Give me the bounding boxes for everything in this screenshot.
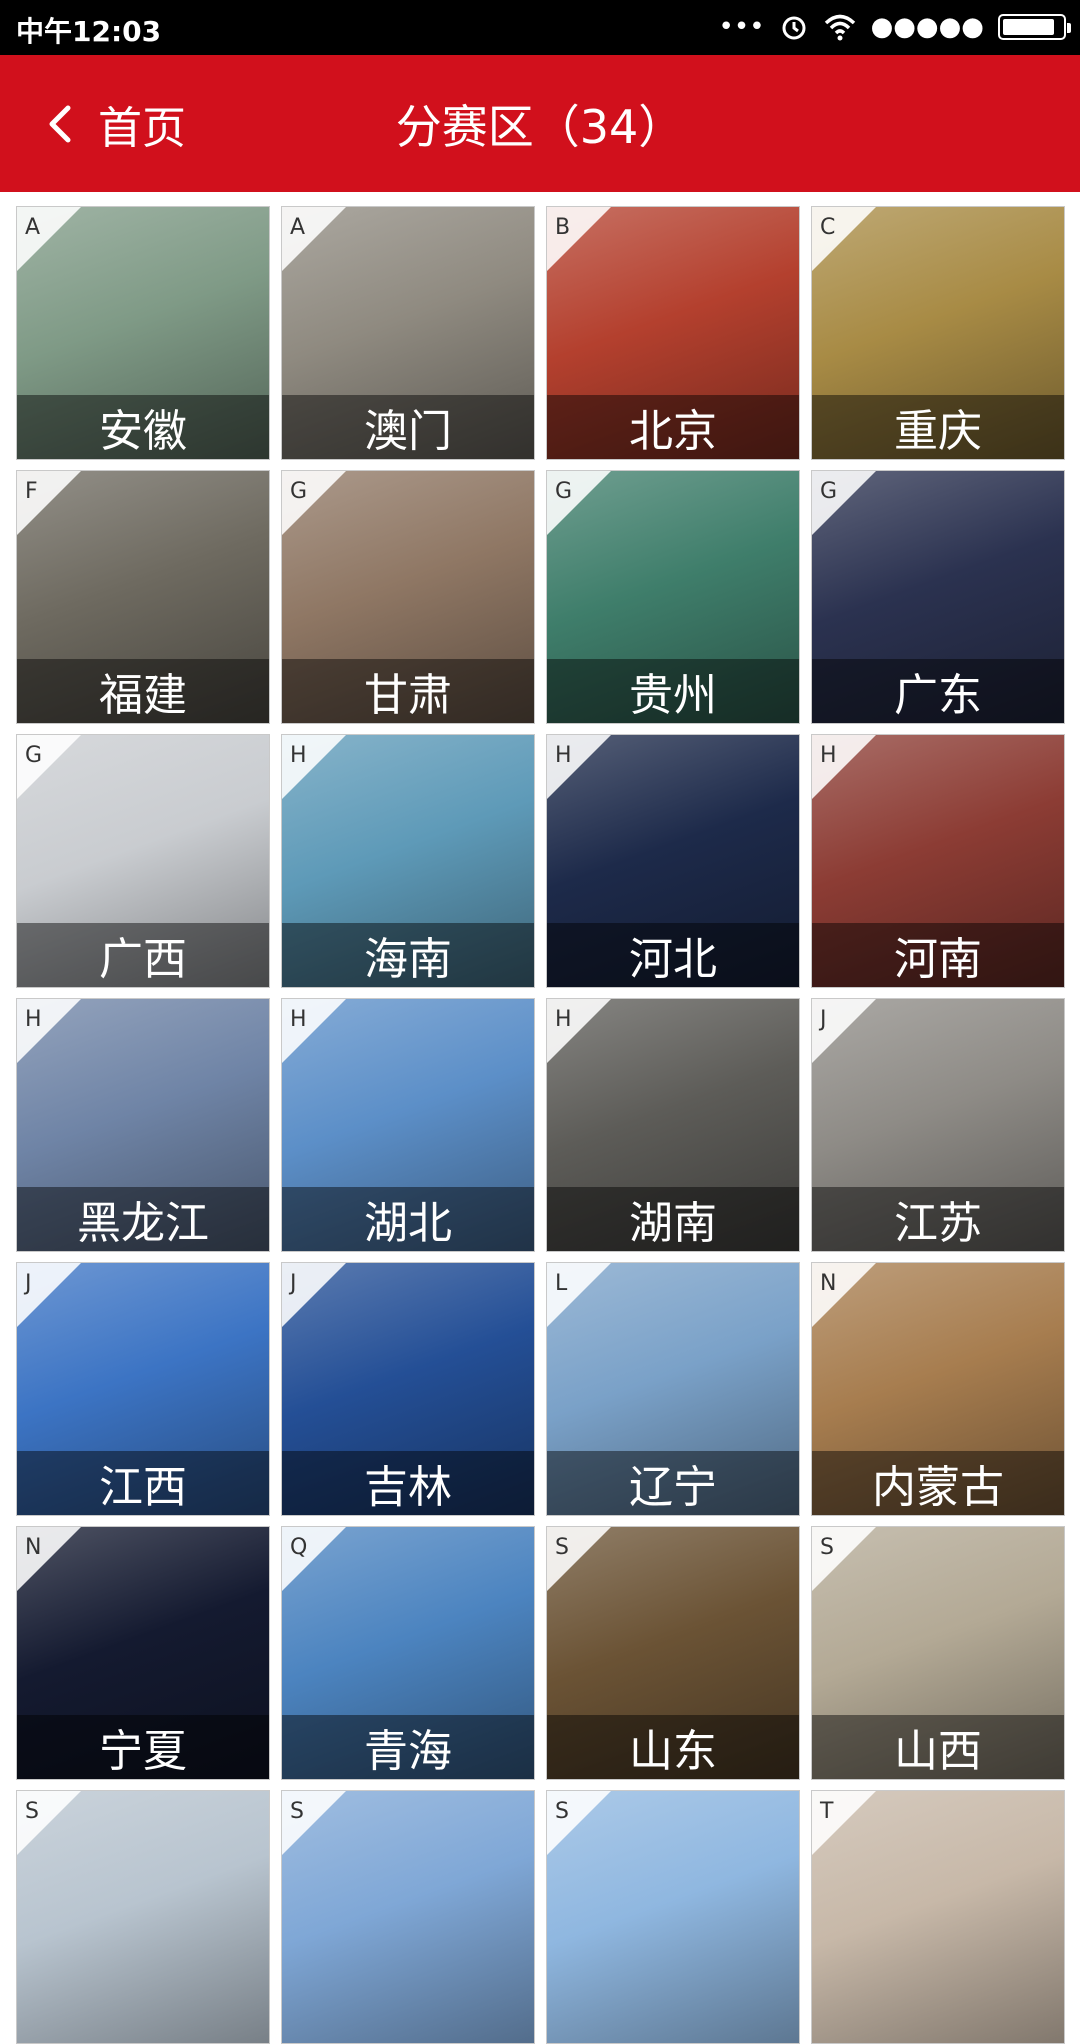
region-tile[interactable]: H 黑龙江 xyxy=(16,998,270,1252)
region-tile[interactable]: Q 青海 xyxy=(281,1526,535,1780)
region-name: 江西 xyxy=(17,1451,269,1515)
region-letter: G xyxy=(290,479,308,504)
region-name: 河北 xyxy=(547,923,799,987)
region-tile[interactable]: A 澳门 xyxy=(281,206,535,460)
region-name: 湖南 xyxy=(547,1187,799,1251)
signal-icon: ●●●●● xyxy=(870,12,984,42)
region-letter: J xyxy=(25,1271,32,1296)
region-letter: G xyxy=(25,743,43,768)
wifi-icon xyxy=(824,14,855,41)
top-bar: 首页 分赛区（34） xyxy=(0,55,1080,192)
region-tile[interactable]: J 吉林 xyxy=(281,1262,535,1516)
region-name: 安徽 xyxy=(17,395,269,459)
region-tile[interactable]: G 贵州 xyxy=(546,470,800,724)
region-letter: H xyxy=(290,1007,307,1032)
region-letter: L xyxy=(555,1271,568,1296)
region-name: 江苏 xyxy=(812,1187,1064,1251)
region-letter: H xyxy=(25,1007,42,1032)
region-letter: B xyxy=(555,215,571,240)
alarm-icon xyxy=(782,16,806,40)
region-letter: S xyxy=(820,1535,834,1560)
status-icons: ••• ●●●●● xyxy=(718,10,1071,44)
region-tile[interactable]: N 宁夏 xyxy=(16,1526,270,1780)
region-letter: N xyxy=(25,1535,42,1560)
region-tile[interactable]: T xyxy=(811,1790,1065,2044)
region-letter: J xyxy=(820,1007,827,1032)
region-name: 山东 xyxy=(547,1715,799,1779)
region-letter: S xyxy=(25,1799,39,1824)
region-name: 海南 xyxy=(282,923,534,987)
region-letter: F xyxy=(25,479,38,504)
region-tile[interactable]: S xyxy=(16,1790,270,2044)
region-name: 广西 xyxy=(17,923,269,987)
region-name: 湖北 xyxy=(282,1187,534,1251)
region-name: 福建 xyxy=(17,659,269,723)
region-letter: N xyxy=(820,1271,837,1296)
region-tile[interactable]: N 内蒙古 xyxy=(811,1262,1065,1516)
region-name: 吉林 xyxy=(282,1451,534,1515)
region-tile[interactable]: S 山西 xyxy=(811,1526,1065,1780)
region-name: 甘肃 xyxy=(282,659,534,723)
region-letter: C xyxy=(820,215,836,240)
region-letter: S xyxy=(290,1799,304,1824)
region-tile[interactable]: H 湖北 xyxy=(281,998,535,1252)
status-time: 中午12:03 xyxy=(16,15,162,48)
region-tile[interactable]: A 安徽 xyxy=(16,206,270,460)
region-tile[interactable]: G 广西 xyxy=(16,734,270,988)
region-tile[interactable]: S 山东 xyxy=(546,1526,800,1780)
region-tile[interactable]: B 北京 xyxy=(546,206,800,460)
region-letter: A xyxy=(290,215,306,240)
region-tile[interactable]: H 海南 xyxy=(281,734,535,988)
region-tile[interactable]: F 福建 xyxy=(16,470,270,724)
region-letter: J xyxy=(290,1271,297,1296)
region-name: 河南 xyxy=(812,923,1064,987)
region-name: 黑龙江 xyxy=(17,1187,269,1251)
region-letter: A xyxy=(25,215,41,240)
region-tile[interactable]: C 重庆 xyxy=(811,206,1065,460)
region-letter: T xyxy=(820,1799,834,1824)
region-letter: G xyxy=(555,479,573,504)
region-tile[interactable]: G 甘肃 xyxy=(281,470,535,724)
region-name: 广东 xyxy=(812,659,1064,723)
region-tile[interactable]: H 河南 xyxy=(811,734,1065,988)
region-letter: H xyxy=(555,743,572,768)
region-letter: H xyxy=(290,743,307,768)
region-letter: Q xyxy=(290,1535,308,1560)
region-letter: S xyxy=(555,1535,569,1560)
region-grid: A 安徽 A 澳门 B 北京 C 重庆 F 福建 G 甘肃 G 贵州 G 广东 G 广西 H 海南 H 河北 H 河南 H 黑龙江… xyxy=(16,206,1066,2044)
region-name: 北京 xyxy=(547,395,799,459)
region-tile[interactable]: H 湖南 xyxy=(546,998,800,1252)
region-letter: H xyxy=(555,1007,572,1032)
region-name: 澳门 xyxy=(282,395,534,459)
region-name: 山西 xyxy=(812,1715,1064,1779)
region-name: 青海 xyxy=(282,1715,534,1779)
region-name: 贵州 xyxy=(547,659,799,723)
region-name: 宁夏 xyxy=(17,1715,269,1779)
battery-icon xyxy=(998,14,1071,40)
region-name: 重庆 xyxy=(812,395,1064,459)
region-tile[interactable]: L 辽宁 xyxy=(546,1262,800,1516)
region-tile[interactable]: S xyxy=(546,1790,800,2044)
status-bar: 中午12:03 ••• ●●●●● xyxy=(0,0,1080,55)
region-tile[interactable]: G 广东 xyxy=(811,470,1065,724)
more-dots-icon: ••• xyxy=(718,12,765,42)
region-letter: H xyxy=(820,743,837,768)
region-letter: S xyxy=(555,1799,569,1824)
region-tile[interactable]: J 江苏 xyxy=(811,998,1065,1252)
region-letter: G xyxy=(820,479,838,504)
region-name: 辽宁 xyxy=(547,1451,799,1515)
page-title: 分赛区（34） xyxy=(395,99,685,154)
region-tile[interactable]: H 河北 xyxy=(546,734,800,988)
region-tile[interactable]: J 江西 xyxy=(16,1262,270,1516)
region-name: 内蒙古 xyxy=(812,1451,1064,1515)
region-tile[interactable]: S xyxy=(281,1790,535,2044)
